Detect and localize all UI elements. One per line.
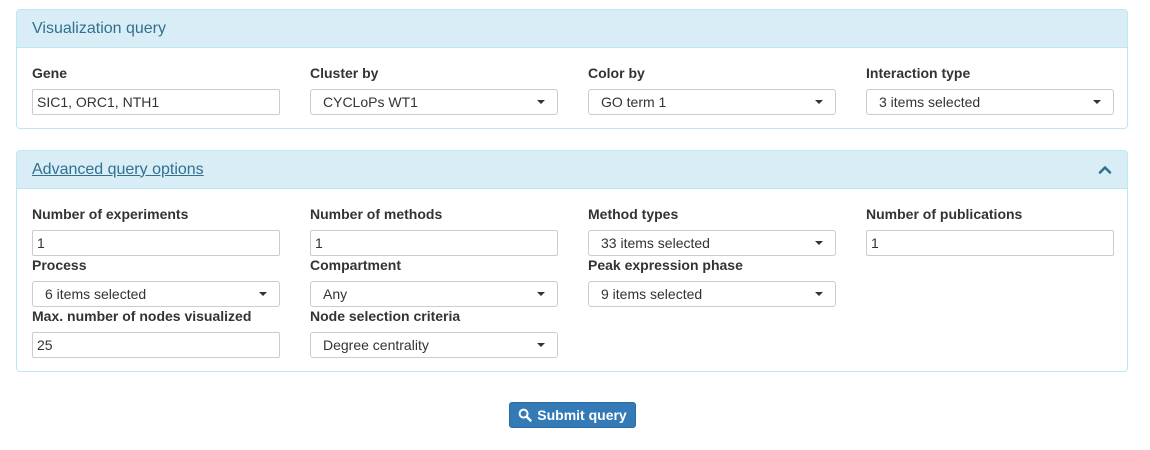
num-methods-field: Number of methods [310, 206, 558, 256]
peak-expression-field: Peak expression phase 9 items selected [588, 257, 836, 307]
visualization-query-panel: Visualization query Gene Cluster by CYCL… [16, 9, 1128, 129]
color-by-label: Color by [588, 65, 645, 81]
caret-down-icon [815, 241, 823, 245]
node-selection-select[interactable]: Degree centrality [310, 332, 558, 358]
max-nodes-label: Max. number of nodes visualized [32, 308, 252, 324]
compartment-select[interactable]: Any [310, 281, 558, 307]
max-nodes-field: Max. number of nodes visualized [32, 308, 280, 358]
compartment-label: Compartment [310, 257, 402, 273]
num-publications-field: Number of publications [866, 206, 1114, 256]
advanced-query-heading: Advanced query options [17, 151, 1127, 189]
search-icon [518, 408, 532, 422]
interaction-type-field: Interaction type 3 items selected [866, 65, 1114, 115]
num-experiments-input[interactable] [32, 230, 280, 256]
submit-query-button[interactable]: Submit query [509, 402, 636, 428]
caret-down-icon [259, 292, 267, 296]
interaction-type-value: 3 items selected [879, 94, 981, 110]
peak-expression-label: Peak expression phase [588, 257, 743, 273]
submit-query-label: Submit query [537, 407, 627, 423]
advanced-query-panel: Advanced query options Number of experim… [16, 150, 1128, 372]
num-experiments-label: Number of experiments [32, 206, 189, 222]
method-types-select[interactable]: 33 items selected [588, 230, 836, 256]
num-experiments-field: Number of experiments [32, 206, 280, 256]
node-selection-value: Degree centrality [323, 337, 429, 353]
process-select[interactable]: 6 items selected [32, 281, 280, 307]
peak-expression-value: 9 items selected [601, 286, 703, 302]
cluster-by-value: CYCLoPs WT1 [323, 94, 418, 110]
gene-input[interactable] [32, 89, 280, 115]
color-by-value: GO term 1 [601, 94, 667, 110]
compartment-value: Any [323, 286, 348, 302]
interaction-type-select[interactable]: 3 items selected [866, 89, 1114, 115]
interaction-type-label: Interaction type [866, 65, 971, 81]
method-types-field: Method types 33 items selected [588, 206, 836, 256]
caret-down-icon [815, 100, 823, 104]
caret-down-icon [537, 292, 545, 296]
caret-down-icon [1093, 100, 1101, 104]
caret-down-icon [537, 343, 545, 347]
node-selection-field: Node selection criteria Degree centralit… [310, 308, 558, 358]
process-value: 6 items selected [45, 286, 147, 302]
num-methods-input[interactable] [310, 230, 558, 256]
visualization-query-heading: Visualization query [17, 10, 1127, 48]
color-by-select[interactable]: GO term 1 [588, 89, 836, 115]
chevron-up-icon[interactable] [1097, 162, 1113, 178]
method-types-value: 33 items selected [601, 235, 710, 251]
caret-down-icon [537, 100, 545, 104]
cluster-by-select[interactable]: CYCLoPs WT1 [310, 89, 558, 115]
num-publications-label: Number of publications [866, 206, 1023, 222]
num-methods-label: Number of methods [310, 206, 443, 222]
process-label: Process [32, 257, 87, 273]
num-publications-input[interactable] [866, 230, 1114, 256]
caret-down-icon [815, 292, 823, 296]
color-by-field: Color by GO term 1 [588, 65, 836, 115]
peak-expression-select[interactable]: 9 items selected [588, 281, 836, 307]
cluster-by-field: Cluster by CYCLoPs WT1 [310, 65, 558, 115]
panel-title: Visualization query [32, 19, 167, 37]
cluster-by-label: Cluster by [310, 65, 379, 81]
process-field: Process 6 items selected [32, 257, 280, 307]
method-types-label: Method types [588, 206, 679, 222]
gene-label: Gene [32, 65, 68, 81]
compartment-field: Compartment Any [310, 257, 558, 307]
gene-field: Gene [32, 65, 280, 115]
node-selection-label: Node selection criteria [310, 308, 461, 324]
advanced-options-toggle-link[interactable]: Advanced query options [32, 161, 204, 179]
max-nodes-input[interactable] [32, 332, 280, 358]
